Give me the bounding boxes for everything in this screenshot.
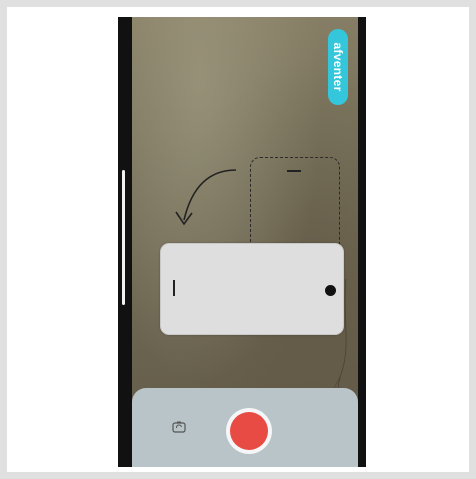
phone-device: afventer	[118, 17, 366, 467]
landscape-phone-icon	[160, 243, 344, 335]
portrait-speaker-icon	[287, 170, 301, 172]
landscape-camera-icon	[325, 285, 336, 296]
camera-viewfinder: afventer	[132, 17, 358, 467]
side-scroll-indicator	[122, 170, 125, 305]
record-button[interactable]	[230, 412, 268, 450]
camera-flip-icon[interactable]	[172, 420, 186, 434]
rotate-arrow-icon	[175, 169, 237, 226]
status-pill-label: afventer	[331, 42, 345, 92]
status-pill[interactable]: afventer	[328, 29, 348, 105]
camera-controls-panel	[132, 388, 358, 467]
landscape-speaker-icon	[173, 280, 175, 296]
